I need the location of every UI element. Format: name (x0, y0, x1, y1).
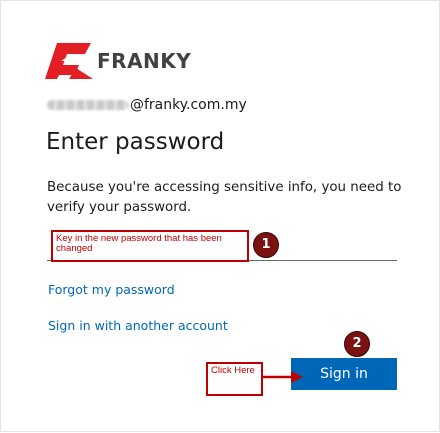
brand-name: FRANKY (97, 49, 192, 73)
sign-in-button[interactable]: Sign in (291, 358, 397, 390)
page-title: Enter password (46, 129, 225, 155)
account-identity: @franky.com.my (47, 97, 247, 113)
forgot-password-link[interactable]: Forgot my password (48, 282, 175, 297)
step-badge-1: 1 (253, 232, 279, 258)
sign-in-panel: FRANKY @franky.com.my Enter password Bec… (0, 0, 440, 432)
callout-click-here: Click Here (206, 362, 263, 396)
another-account-link[interactable]: Sign in with another account (48, 318, 228, 333)
redacted-username (47, 100, 129, 110)
email-domain: @franky.com.my (130, 97, 247, 113)
step-badge-2: 2 (344, 331, 370, 357)
page-description: Because you're accessing sensitive info,… (47, 180, 402, 215)
callout-new-password: Key in the new password that has been ch… (51, 230, 249, 262)
franky-logo-mark-icon (45, 43, 93, 79)
brand-logo: FRANKY (45, 43, 191, 79)
